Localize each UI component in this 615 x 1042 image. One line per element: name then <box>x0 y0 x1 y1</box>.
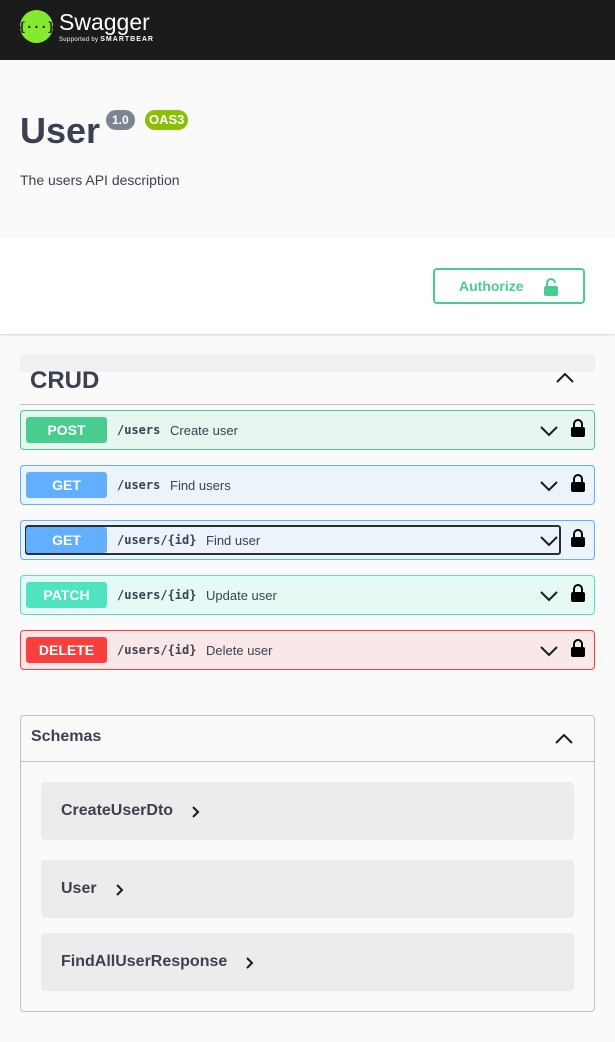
operation-summary: Find users <box>170 478 231 493</box>
method-badge: POST <box>26 417 107 443</box>
oas-badge: OAS3 <box>145 110 189 130</box>
chevron-down-icon[interactable] <box>539 422 559 440</box>
brand-subtitle: Supported by SMARTBEAR <box>59 36 154 43</box>
chevron-up-icon[interactable] <box>555 368 575 388</box>
operation-get-users[interactable]: GET /users Find users <box>20 465 595 505</box>
lock-icon[interactable] <box>570 473 586 493</box>
lock-icon[interactable] <box>570 638 586 658</box>
model-name: FindAllUserResponse <box>61 953 228 970</box>
operation-summary: Create user <box>170 423 238 438</box>
method-badge: GET <box>26 527 107 553</box>
schemas-section: Schemas CreateUserDto User FindAllUserRe… <box>20 715 595 1012</box>
tag-name: CRUD <box>30 367 100 394</box>
method-badge: PATCH <box>26 582 107 608</box>
chevron-up-icon[interactable] <box>554 729 574 749</box>
api-description: The users API description <box>20 172 180 188</box>
chevron-right-icon[interactable] <box>115 884 125 896</box>
schemas-header[interactable]: Schemas <box>21 716 594 762</box>
chevron-right-icon[interactable] <box>191 806 201 818</box>
topbar: {···} Swagger Supported by SMARTBEAR <box>0 0 615 60</box>
swagger-logo-icon: {···} <box>18 10 55 43</box>
version-badge: 1.0 <box>106 110 135 130</box>
operation-path: /users <box>117 478 161 492</box>
lock-icon[interactable] <box>570 418 586 438</box>
operation-post-users[interactable]: POST /users Create user <box>20 410 595 450</box>
method-badge: GET <box>26 472 107 498</box>
operation-patch-user[interactable]: PATCH /users/{id} Update user <box>20 575 595 615</box>
chevron-right-icon[interactable] <box>245 957 255 969</box>
operation-path: /users <box>117 423 161 437</box>
authorize-button[interactable]: Authorize <box>433 268 585 304</box>
brand-name: Swagger <box>59 9 150 35</box>
swagger-logo[interactable]: {···} Swagger Supported by SMARTBEAR <box>18 9 154 43</box>
chevron-down-icon[interactable] <box>539 532 559 550</box>
lock-icon[interactable] <box>570 528 586 548</box>
method-badge: DELETE <box>26 637 107 663</box>
model-user[interactable]: User <box>41 860 574 918</box>
model-name: CreateUserDto <box>61 802 174 819</box>
schemas-title: Schemas <box>31 728 102 745</box>
tag-header-crud[interactable]: CRUD <box>20 354 595 405</box>
chevron-down-icon[interactable] <box>539 642 559 660</box>
model-find-all-user-response[interactable]: FindAllUserResponse <box>41 933 574 991</box>
chevron-down-icon[interactable] <box>539 477 559 495</box>
operation-get-user-by-id[interactable]: GET /users/{id} Find user <box>20 520 595 560</box>
model-create-user-dto[interactable]: CreateUserDto <box>41 782 574 840</box>
unlocked-icon <box>544 278 558 296</box>
operation-summary: Update user <box>206 588 277 603</box>
operation-path: /users/{id} <box>117 588 197 602</box>
operation-summary: Find user <box>206 533 261 548</box>
scheme-container: Authorize <box>0 238 615 334</box>
api-info: User 1.0 OAS3 The users API description <box>0 60 615 238</box>
operation-path: /users/{id} <box>117 643 197 657</box>
model-name: User <box>61 880 97 897</box>
chevron-down-icon[interactable] <box>539 587 559 605</box>
operation-summary: Delete user <box>206 643 273 658</box>
authorize-label: Authorize <box>459 278 524 294</box>
operation-delete-user[interactable]: DELETE /users/{id} Delete user <box>20 630 595 670</box>
api-title: User <box>20 110 101 151</box>
operation-path: /users/{id} <box>117 533 197 547</box>
lock-icon[interactable] <box>570 583 586 603</box>
